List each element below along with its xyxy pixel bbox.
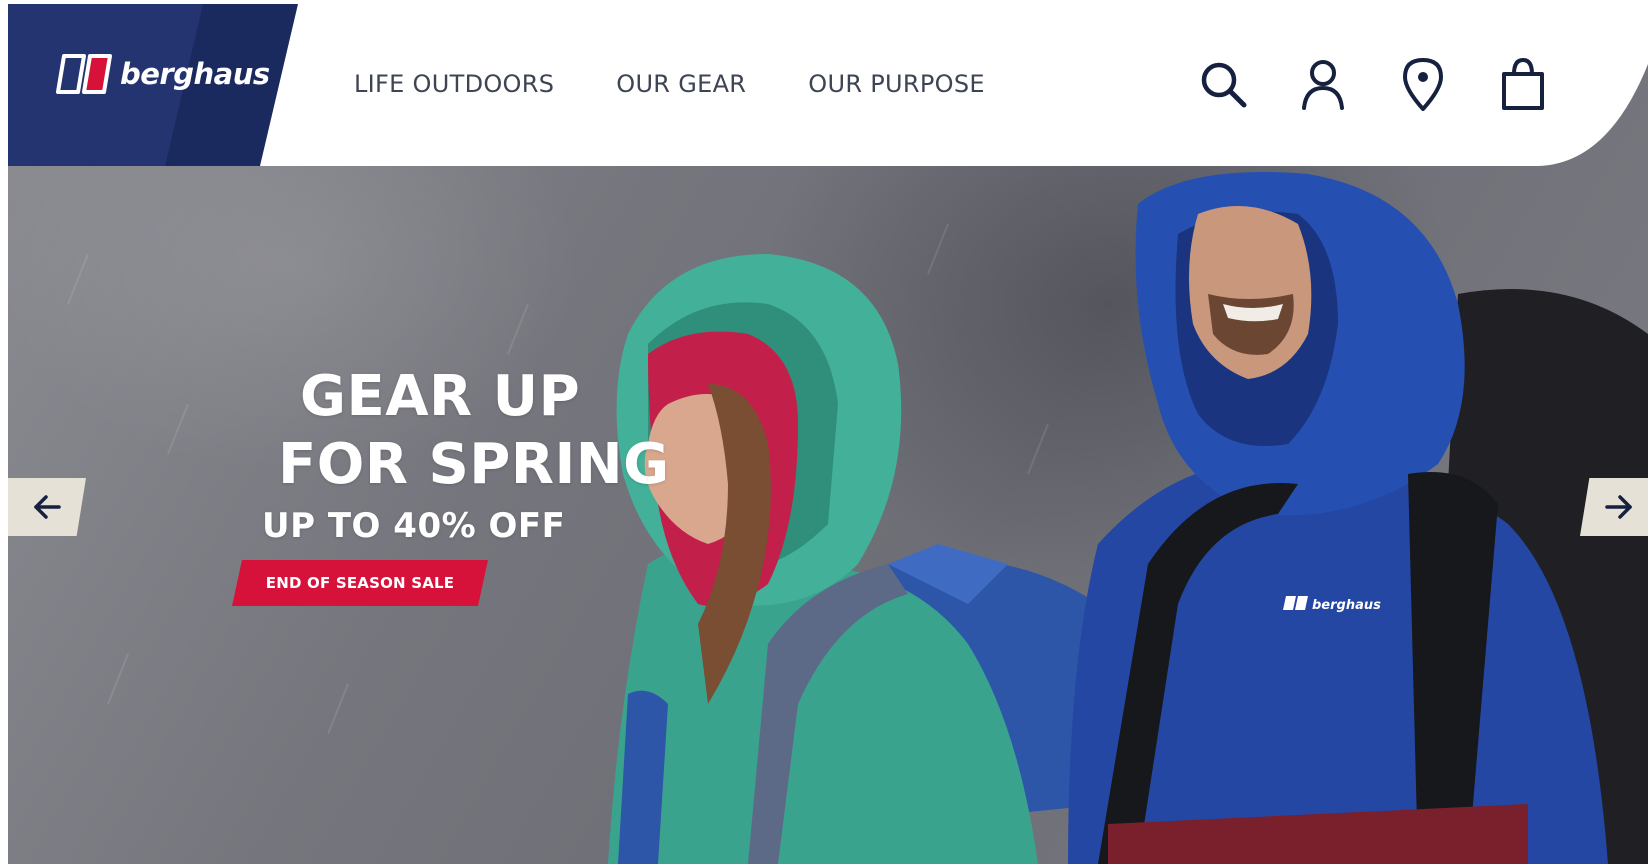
brand-name: berghaus	[120, 57, 270, 91]
brand-logo[interactable]: berghaus	[54, 50, 270, 98]
carousel-next-button[interactable]	[1580, 478, 1648, 536]
page-frame: berghaus berghaus LIFE OUTDOORS OUR GEAR…	[8, 4, 1648, 864]
site-header: berghaus LIFE OUTDOORS OUR GEAR OUR PURP…	[8, 4, 1648, 174]
store-locator-button[interactable]	[1398, 56, 1448, 112]
account-icon	[1302, 60, 1344, 110]
end-of-season-sale-button[interactable]: END OF SEASON SALE	[232, 560, 488, 606]
header-actions	[1198, 56, 1548, 112]
search-icon	[1201, 62, 1247, 108]
brand-logo-mark	[56, 54, 112, 94]
search-button[interactable]	[1198, 56, 1248, 112]
store-locator-icon	[1403, 58, 1443, 111]
arrow-right-icon	[1605, 495, 1632, 519]
cta-label: END OF SEASON SALE	[265, 574, 455, 592]
carousel-prev-button[interactable]	[8, 478, 86, 536]
arrow-left-icon	[34, 495, 61, 519]
jacket-logo-text: berghaus	[1312, 598, 1381, 613]
nav-life-outdoors[interactable]: LIFE OUTDOORS	[354, 70, 554, 98]
shopping-bag-icon	[1502, 57, 1544, 110]
nav-our-purpose[interactable]: OUR PURPOSE	[808, 70, 985, 98]
hero-headline-line1: GEAR UP	[300, 364, 581, 429]
account-button[interactable]	[1298, 56, 1348, 112]
nav-our-gear[interactable]: OUR GEAR	[616, 70, 746, 98]
hero-subline: UP TO 40% OFF	[262, 506, 566, 546]
shopping-bag-button[interactable]	[1498, 56, 1548, 112]
main-nav: LIFE OUTDOORS OUR GEAR OUR PURPOSE	[354, 70, 985, 98]
hero-headline-line2: FOR SPRING	[278, 432, 670, 497]
